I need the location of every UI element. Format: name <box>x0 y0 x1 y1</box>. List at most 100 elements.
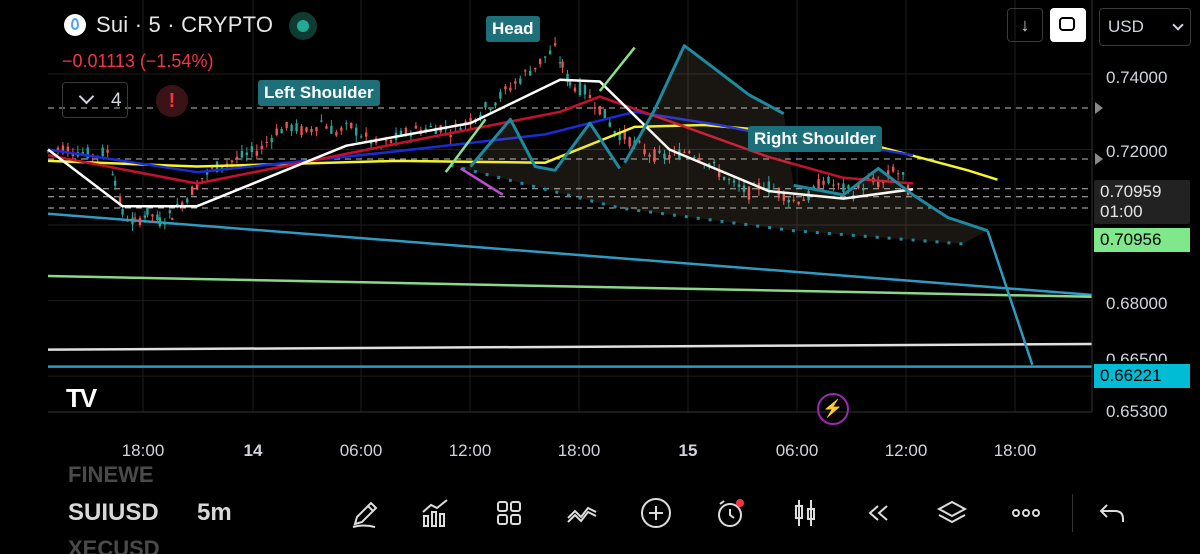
candle-body <box>325 126 328 129</box>
candle-body <box>449 135 452 138</box>
y-tick: 0.66500 <box>1106 350 1168 361</box>
replay-button[interactable] <box>859 494 897 532</box>
candle-body <box>330 125 333 134</box>
draw-tool-button[interactable] <box>345 494 383 532</box>
y-tick: 0.74000 <box>1106 68 1168 87</box>
candle-body <box>260 145 263 150</box>
candle-body <box>101 147 104 157</box>
timeframe[interactable]: 5m <box>197 499 232 527</box>
bar-countdown: 01:00 <box>1100 202 1143 221</box>
candle-body <box>578 82 582 96</box>
candle-body <box>305 127 308 132</box>
label-right-shoulder[interactable]: Right Shoulder <box>748 126 882 152</box>
more-button[interactable] <box>1007 494 1045 532</box>
candle-body <box>240 150 244 158</box>
last-price: 0.70959 <box>1100 182 1162 201</box>
chevron-down-icon <box>1172 19 1184 31</box>
undo-button[interactable] <box>1093 494 1131 532</box>
candle-body <box>171 218 174 220</box>
prev-symbol[interactable]: FINEWE <box>68 462 154 484</box>
currency-select[interactable]: USD <box>1099 8 1191 46</box>
y-tick: 0.65300 <box>1106 402 1168 421</box>
candle-body <box>519 78 522 84</box>
candle-body <box>71 154 75 157</box>
trendline <box>47 274 1093 299</box>
candle-body <box>285 122 288 128</box>
price-change: −0.01113 (−1.54%) <box>62 51 214 71</box>
x-tick: 06:00 <box>339 441 383 460</box>
last-price-badge: 0.70959 01:00 <box>1094 180 1190 224</box>
candle-body <box>847 185 850 189</box>
indicator-count: 4 <box>111 90 122 111</box>
alarm-clock-icon <box>718 499 744 527</box>
candle-body <box>270 138 273 143</box>
candle-body <box>230 160 234 162</box>
candle-body <box>131 217 134 225</box>
indicators-button[interactable] <box>416 494 454 532</box>
candle-body <box>235 156 239 159</box>
candle-body <box>414 125 418 129</box>
candle-body <box>350 122 353 129</box>
grid-icon <box>497 501 521 525</box>
add-button[interactable] <box>637 494 675 532</box>
alert-icon[interactable]: ! <box>156 85 188 117</box>
candle-body <box>504 86 507 90</box>
more-dots-icon <box>1012 509 1040 517</box>
next-symbol[interactable]: XECUSD <box>68 536 160 554</box>
trendline <box>47 342 1093 351</box>
x-tick: 18:00 <box>557 441 601 460</box>
candle-body <box>113 180 117 186</box>
candle-body <box>514 81 517 84</box>
candle-body <box>335 132 338 136</box>
plus-circle-icon <box>641 498 671 528</box>
snapshot-button[interactable] <box>1050 8 1086 42</box>
candle-body <box>290 124 293 132</box>
candle-body <box>429 125 432 127</box>
candle-body <box>561 61 564 68</box>
candle-body <box>389 139 393 143</box>
market-open-icon[interactable] <box>289 12 317 40</box>
label-head[interactable]: Head <box>486 16 540 42</box>
download-button[interactable]: ↓ <box>1007 8 1043 42</box>
compare-button[interactable] <box>563 494 601 532</box>
candle-body <box>842 183 845 193</box>
price-label-green: 0.70956 <box>1094 228 1190 252</box>
candle-body <box>200 178 204 180</box>
candle-body <box>489 108 492 110</box>
candle-body <box>340 127 343 131</box>
layouts-button[interactable] <box>490 494 528 532</box>
level-marker-icon <box>1095 152 1103 165</box>
candle-body <box>320 120 323 122</box>
y-tick: 0.68000 <box>1106 294 1168 313</box>
candle-body <box>837 183 840 185</box>
lightning-icon[interactable]: ⚡ <box>817 393 849 425</box>
indicators-toggle[interactable]: 4 <box>62 82 128 118</box>
candle-body <box>608 122 611 127</box>
arrow-down-icon: ↓ <box>1020 15 1030 35</box>
candle-body <box>133 217 137 219</box>
x-tick: 06:00 <box>775 441 819 460</box>
candle-body <box>548 50 552 55</box>
compare-lines-icon <box>567 506 597 523</box>
objects-button[interactable] <box>933 494 971 532</box>
pencil-icon <box>352 501 378 528</box>
symbol-name[interactable]: SUIUSD <box>68 499 159 527</box>
candle-body <box>310 128 313 133</box>
candle-body <box>158 217 162 227</box>
candle-body <box>295 123 298 132</box>
candle-body <box>573 87 577 92</box>
candle-body <box>603 108 606 119</box>
label-left-shoulder[interactable]: Left Shoulder <box>258 80 380 106</box>
level-marker-icon <box>1095 101 1103 114</box>
candle-body <box>588 94 592 99</box>
chart-type-button[interactable] <box>786 494 824 532</box>
candle-body <box>538 58 542 65</box>
candle-body <box>484 102 487 108</box>
candle-body <box>151 214 154 217</box>
symbol-title[interactable]: Sui · 5 · CRYPTO <box>96 12 273 38</box>
candle-body <box>250 146 254 153</box>
x-tick: 18:00 <box>121 441 165 460</box>
alerts-button[interactable] <box>711 494 749 532</box>
candle-body <box>106 150 109 153</box>
candle-body <box>534 67 537 70</box>
